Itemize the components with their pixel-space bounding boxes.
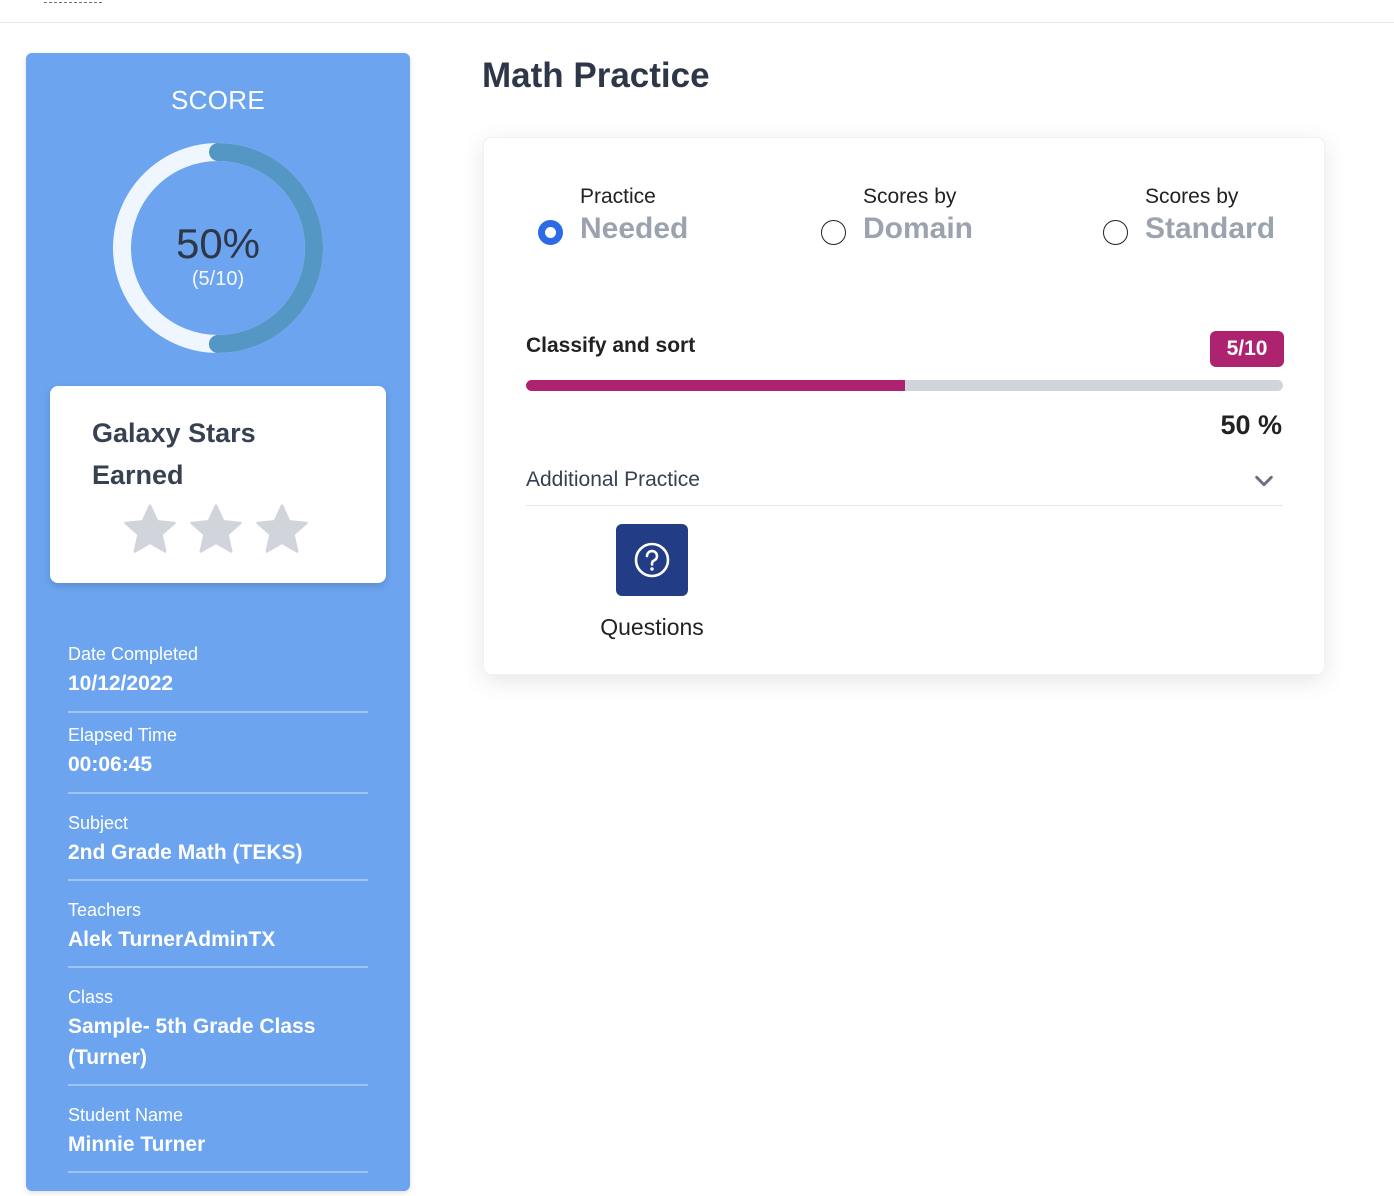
info-value: 00:06:45 — [68, 753, 153, 776]
star-icon — [124, 504, 176, 553]
radio-practice-needed[interactable]: Practice Needed — [538, 184, 688, 248]
score-title: SCORE — [171, 85, 265, 115]
chevron-down-icon[interactable] — [1253, 470, 1275, 492]
top-bar — [0, 0, 1394, 23]
star-icon — [190, 504, 242, 553]
info-value: Sample- 5th Grade Class (Turner) — [68, 1015, 316, 1069]
questions-button[interactable] — [616, 524, 688, 596]
stars-row — [120, 500, 312, 560]
star-icon — [256, 504, 308, 553]
score-sidebar: SCORE 50% (5/10) Galaxy Stars Earned Dat… — [26, 53, 410, 1191]
info-subject: Subject 2nd Grade Math (TEKS) — [68, 812, 368, 881]
info-value: 10/12/2022 — [68, 672, 174, 695]
questions-label: Questions — [600, 614, 704, 640]
info-class: Class Sample- 5th Grade Class (Turner) — [68, 986, 368, 1086]
practice-card: Practice Needed Scores by Domain Scores by… — [483, 137, 1325, 675]
radio-button[interactable] — [821, 220, 846, 245]
info-value: 2nd Grade Math (TEKS) — [68, 841, 303, 864]
info-value: Minnie Turner — [68, 1133, 206, 1156]
page-title: Math Practice — [482, 56, 710, 95]
info-elapsed-time: Elapsed Time 00:06:45 — [68, 724, 368, 794]
info-label: Teachers — [68, 900, 142, 920]
info-value: Alek TurnerAdminTX — [68, 928, 276, 951]
score-percent: 50% — [175, 220, 261, 267]
radio-button-selected[interactable] — [538, 220, 563, 245]
radio-label-main: Domain — [863, 212, 974, 245]
info-date-completed: Date Completed 10/12/2022 — [68, 643, 368, 713]
skill-percent: 50 % — [1220, 410, 1282, 440]
radio-label-top: Scores by — [863, 185, 957, 208]
info-label: Elapsed Time — [68, 725, 178, 745]
galaxy-stars-title: Galaxy Stars Earned — [92, 418, 256, 490]
radio-scores-by-domain[interactable]: Scores by Domain — [821, 184, 973, 248]
question-circle-icon — [634, 542, 670, 578]
radio-scores-by-standard[interactable]: Scores by Standard — [1103, 184, 1275, 248]
score-fraction: (5/10) — [191, 268, 245, 290]
info-label: Class — [68, 987, 114, 1007]
info-label: Subject — [68, 813, 129, 833]
additional-practice-label: Additional Practice — [526, 468, 700, 491]
galaxy-stars-card: Galaxy Stars Earned — [50, 386, 386, 583]
additional-practice-toggle[interactable]: Additional Practice — [526, 460, 1283, 506]
info-teachers: Teachers Alek TurnerAdminTX — [68, 899, 368, 968]
radio-label-top: Practice — [580, 185, 656, 208]
info-label: Date Completed — [68, 644, 199, 664]
radio-label-top: Scores by — [1145, 185, 1239, 208]
radio-label-main: Needed — [580, 212, 689, 245]
skill-progress-fill — [526, 380, 905, 391]
info-student-name: Student Name Minnie Turner — [68, 1104, 368, 1173]
skill-score-badge: 5/10 — [1210, 331, 1284, 367]
skill-name: Classify and sort — [526, 334, 696, 357]
dashed-link-underline — [44, 2, 102, 3]
radio-label-main: Standard — [1145, 212, 1276, 245]
radio-button[interactable] — [1103, 220, 1128, 245]
info-label: Student Name — [68, 1105, 184, 1125]
skill-progress-bar — [526, 380, 1283, 391]
